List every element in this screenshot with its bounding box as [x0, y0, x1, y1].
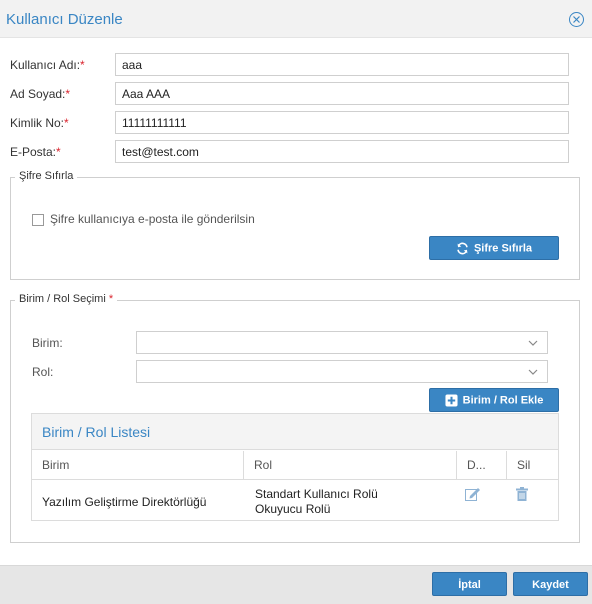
edit-icon[interactable]	[465, 487, 481, 504]
reset-password-button[interactable]: Şifre Sıfırla	[429, 236, 559, 260]
password-reset-fieldset	[10, 177, 580, 280]
chevron-down-icon	[528, 340, 538, 346]
trash-icon[interactable]	[516, 487, 528, 504]
role-label: Rol:	[32, 365, 54, 379]
column-header-delete: Sil	[507, 451, 558, 480]
username-input[interactable]	[115, 53, 569, 76]
column-header-unit: Birim	[32, 451, 244, 480]
identity-label: Kimlik No:*	[10, 116, 69, 130]
save-button[interactable]: Kaydet	[513, 572, 588, 596]
password-reset-legend: Şifre Sıfırla	[15, 170, 78, 182]
email-input[interactable]	[115, 140, 569, 163]
row-unit: Yazılım Geliştirme Direktörlüğü	[42, 495, 207, 509]
email-label: E-Posta:*	[10, 145, 61, 159]
add-unit-role-button[interactable]: Birim / Rol Ekle	[429, 388, 559, 412]
column-header-role: Rol	[244, 451, 457, 480]
row-role-1: Standart Kullanıcı Rolü	[255, 487, 378, 501]
dialog-titlebar: Kullanıcı Düzenle	[0, 0, 592, 38]
fullname-input[interactable]	[115, 82, 569, 105]
fullname-label: Ad Soyad:*	[10, 87, 71, 101]
row-role-2: Okuyucu Rolü	[255, 502, 331, 516]
unit-role-list-panel: Birim / Rol Listesi Birim Rol D... Sil Y…	[31, 413, 559, 521]
role-select[interactable]	[136, 360, 548, 383]
dialog-footer: İptal Kaydet	[0, 565, 592, 604]
column-header-edit: D...	[457, 451, 507, 480]
email-password-checkbox[interactable]	[32, 214, 44, 226]
plus-square-icon	[445, 394, 458, 407]
identity-input[interactable]	[115, 111, 569, 134]
close-icon[interactable]	[569, 12, 584, 27]
username-label: Kullanıcı Adı:*	[10, 58, 85, 72]
dialog-title: Kullanıcı Düzenle	[6, 11, 123, 28]
reset-password-button-label: Şifre Sıfırla	[473, 242, 533, 255]
refresh-icon	[457, 242, 468, 255]
chevron-down-icon	[528, 369, 538, 375]
unit-role-list-title: Birim / Rol Listesi	[42, 424, 151, 440]
cancel-button[interactable]: İptal	[432, 572, 507, 596]
unit-select[interactable]	[136, 331, 548, 354]
unit-role-legend: Birim / Rol Seçimi *	[15, 293, 118, 305]
email-password-checkbox-label: Şifre kullanıcıya e-posta ile gönderilsi…	[50, 212, 255, 226]
add-unit-role-button-label: Birim / Rol Ekle	[462, 394, 544, 407]
unit-role-list-header: Birim / Rol Listesi	[32, 414, 558, 450]
unit-label: Birim:	[32, 336, 63, 350]
